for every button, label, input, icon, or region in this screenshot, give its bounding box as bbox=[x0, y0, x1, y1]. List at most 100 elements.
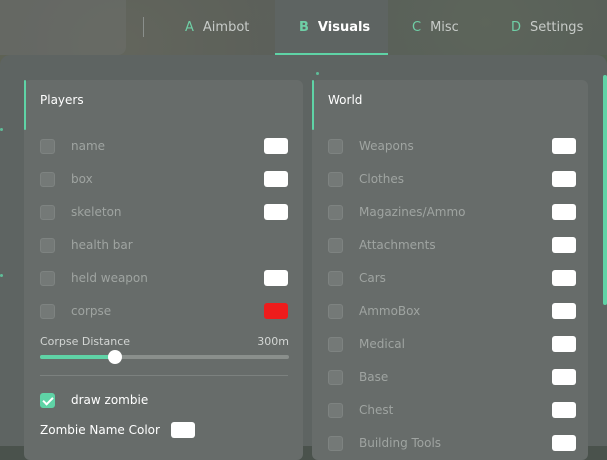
world-option-color-swatch[interactable] bbox=[552, 237, 576, 253]
slider-fill bbox=[40, 355, 115, 359]
player-option-label: corpse bbox=[71, 304, 112, 318]
world-option-row[interactable]: Base bbox=[328, 367, 576, 387]
tab-letter: A bbox=[185, 20, 194, 35]
player-option-checkbox[interactable] bbox=[40, 303, 55, 319]
tab-label: Visuals bbox=[317, 20, 371, 35]
top-navigation-bar: A Aimbot B Visuals C Misc D Settings bbox=[0, 0, 607, 55]
decor-dot bbox=[0, 274, 3, 277]
player-option-label: skeleton bbox=[71, 205, 122, 219]
tab-aimbot[interactable]: A Aimbot bbox=[175, 0, 275, 55]
world-option-row[interactable]: Medical bbox=[328, 334, 576, 354]
world-option-checkbox[interactable] bbox=[328, 237, 343, 253]
player-option-color-swatch[interactable] bbox=[264, 138, 288, 154]
player-option-color-swatch[interactable] bbox=[264, 171, 288, 187]
tab-letter: C bbox=[412, 20, 422, 35]
tab-label: Settings bbox=[530, 20, 584, 35]
world-option-label: Chest bbox=[359, 403, 394, 417]
world-option-row[interactable]: Clothes bbox=[328, 169, 576, 189]
tab-settings[interactable]: D Settings bbox=[488, 0, 607, 55]
player-option-color-swatch[interactable] bbox=[264, 204, 288, 220]
zombie-name-color-swatch[interactable] bbox=[170, 422, 195, 438]
world-option-row[interactable]: AmmoBox bbox=[328, 301, 576, 321]
player-option-row[interactable]: held weapon bbox=[40, 268, 288, 288]
world-option-row[interactable]: Building Tools bbox=[328, 433, 576, 453]
world-option-color-swatch[interactable] bbox=[552, 402, 576, 418]
world-option-checkbox[interactable] bbox=[328, 435, 343, 451]
draw-zombie-label: draw zombie bbox=[71, 393, 149, 407]
decor-dot bbox=[0, 128, 3, 131]
player-option-label: box bbox=[71, 172, 93, 186]
panel-accent bbox=[312, 80, 314, 130]
world-option-color-swatch[interactable] bbox=[552, 138, 576, 154]
world-option-label: Clothes bbox=[359, 172, 404, 186]
player-option-color-swatch[interactable] bbox=[264, 270, 288, 286]
world-panel: World Weapons Clothes Magazines/Ammo Attach… bbox=[312, 80, 588, 460]
world-option-checkbox[interactable] bbox=[328, 204, 343, 220]
world-option-label: Cars bbox=[359, 271, 386, 285]
world-option-label: Magazines/Ammo bbox=[359, 205, 466, 219]
player-option-row[interactable]: name bbox=[40, 136, 288, 156]
world-option-checkbox[interactable] bbox=[328, 171, 343, 187]
player-option-color-swatch[interactable] bbox=[264, 303, 288, 319]
world-option-row[interactable]: Chest bbox=[328, 400, 576, 420]
zombie-name-color-row: Zombie Name Color bbox=[40, 422, 195, 438]
world-option-color-swatch[interactable] bbox=[552, 270, 576, 286]
decor-dot bbox=[316, 72, 319, 75]
world-option-color-swatch[interactable] bbox=[552, 303, 576, 319]
scrollbar[interactable] bbox=[603, 75, 607, 305]
world-option-checkbox[interactable] bbox=[328, 270, 343, 286]
world-option-color-swatch[interactable] bbox=[552, 369, 576, 385]
panel-title: Players bbox=[40, 93, 84, 107]
logo-area bbox=[0, 0, 126, 55]
player-option-label: name bbox=[71, 139, 106, 153]
player-option-label: health bar bbox=[71, 238, 133, 252]
player-option-checkbox[interactable] bbox=[40, 204, 55, 220]
panel-accent bbox=[24, 80, 26, 130]
world-option-color-swatch[interactable] bbox=[552, 171, 576, 187]
player-option-checkbox[interactable] bbox=[40, 270, 55, 286]
world-option-row[interactable]: Weapons bbox=[328, 136, 576, 156]
player-option-label: held weapon bbox=[71, 271, 148, 285]
tab-visuals[interactable]: B Visuals bbox=[275, 0, 388, 55]
world-option-checkbox[interactable] bbox=[328, 369, 343, 385]
world-option-checkbox[interactable] bbox=[328, 303, 343, 319]
player-option-row[interactable]: corpse bbox=[40, 301, 288, 321]
world-option-checkbox[interactable] bbox=[328, 138, 343, 154]
panel-title: World bbox=[328, 93, 363, 107]
world-option-row[interactable]: Attachments bbox=[328, 235, 576, 255]
divider bbox=[40, 375, 288, 376]
draw-zombie-row[interactable]: draw zombie bbox=[40, 390, 288, 410]
tab-letter: B bbox=[299, 20, 309, 35]
slider-thumb[interactable] bbox=[107, 350, 122, 364]
world-option-label: Attachments bbox=[359, 238, 436, 252]
player-option-checkbox[interactable] bbox=[40, 171, 55, 187]
world-option-checkbox[interactable] bbox=[328, 402, 343, 418]
tab-label: Misc bbox=[430, 20, 459, 35]
draw-zombie-checkbox[interactable] bbox=[40, 392, 55, 408]
world-option-label: Base bbox=[359, 370, 389, 384]
tab-letter: D bbox=[511, 20, 522, 35]
tab-label: Aimbot bbox=[202, 20, 250, 35]
tab-separator bbox=[143, 17, 144, 37]
slider-label: Corpse Distance bbox=[40, 335, 131, 348]
player-option-row[interactable]: box bbox=[40, 169, 288, 189]
slider-track[interactable] bbox=[40, 350, 289, 364]
world-option-row[interactable]: Cars bbox=[328, 268, 576, 288]
world-option-label: Weapons bbox=[359, 139, 414, 153]
player-option-checkbox[interactable] bbox=[40, 138, 55, 154]
player-option-row[interactable]: health bar bbox=[40, 235, 288, 255]
players-panel: Players name box skeleton health bar held we… bbox=[24, 80, 303, 460]
world-option-label: Building Tools bbox=[359, 436, 442, 450]
tab-misc[interactable]: C Misc bbox=[388, 0, 488, 55]
world-option-row[interactable]: Magazines/Ammo bbox=[328, 202, 576, 222]
world-option-checkbox[interactable] bbox=[328, 336, 343, 352]
zombie-name-color-label: Zombie Name Color bbox=[40, 423, 160, 437]
corpse-distance-slider[interactable]: Corpse Distance 300m bbox=[40, 335, 289, 364]
world-option-color-swatch[interactable] bbox=[552, 435, 576, 451]
player-option-row[interactable]: skeleton bbox=[40, 202, 288, 222]
world-option-color-swatch[interactable] bbox=[552, 336, 576, 352]
player-option-checkbox[interactable] bbox=[40, 237, 55, 253]
world-option-color-swatch[interactable] bbox=[552, 204, 576, 220]
world-option-label: AmmoBox bbox=[359, 304, 421, 318]
slider-value: 300m bbox=[257, 335, 289, 348]
